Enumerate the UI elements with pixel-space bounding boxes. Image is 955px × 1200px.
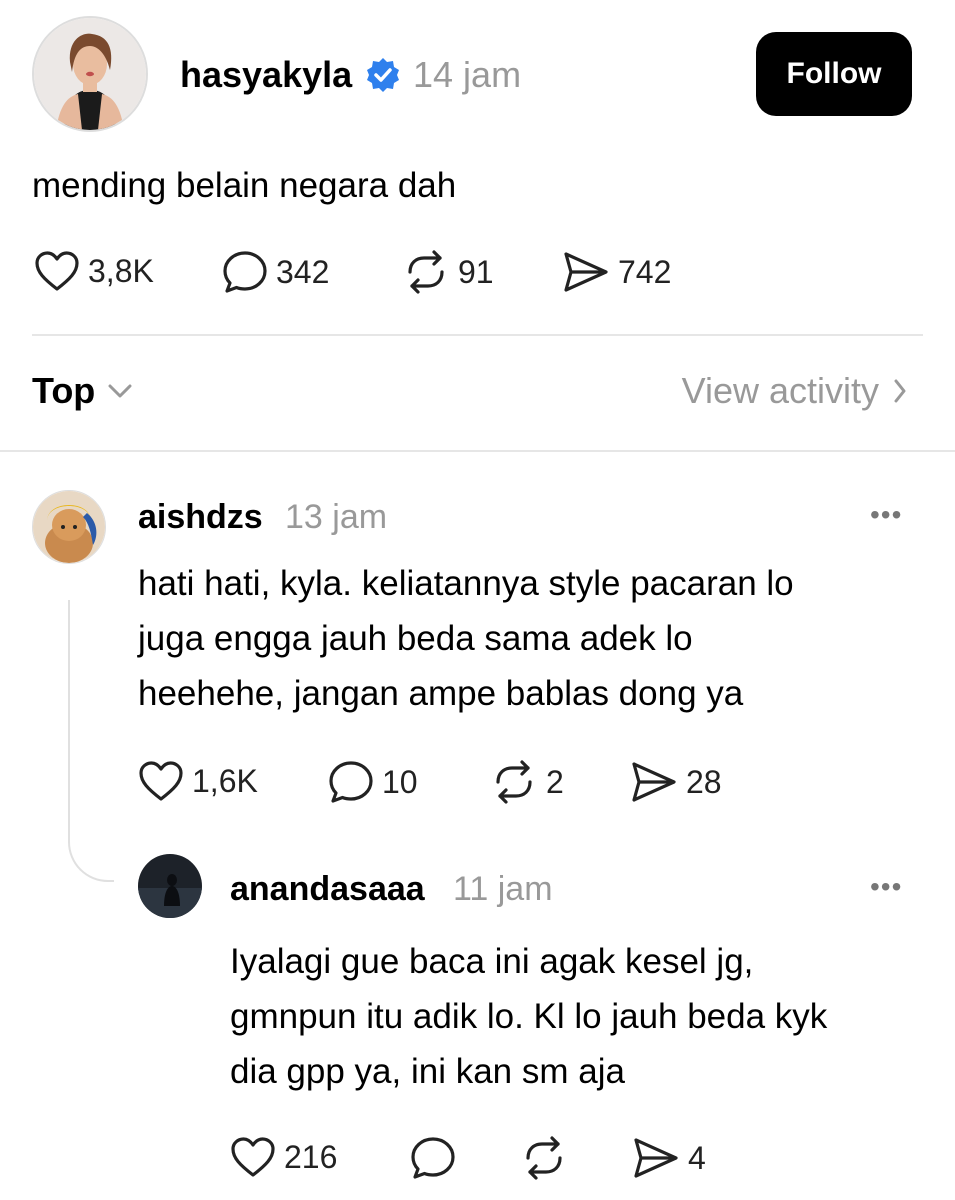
comment-share-count: 28 [686,763,722,800]
comment-avatar[interactable] [32,490,106,564]
share-icon [564,252,608,292]
post-like-button[interactable]: 3,8K [34,250,154,292]
chevron-right-icon [894,379,906,403]
comment-icon [223,251,267,293]
post-like-count: 3,8K [88,252,154,289]
reply-timestamp: 11 jam [453,870,553,908]
reply-share-count: 4 [688,1139,706,1176]
reply-text-line: dia gpp ya, ini kan sm aja [230,1052,625,1091]
comment-reply-count: 10 [382,763,418,800]
chevron-down-icon [108,384,132,398]
repost-icon [526,1136,562,1180]
heart-icon [139,761,183,801]
follow-button-label: Follow [786,57,882,90]
comment-icon [329,761,373,803]
reply-repost-button[interactable] [520,1136,568,1180]
comment-icon [411,1137,455,1179]
post-reply-count: 342 [276,253,330,290]
heart-icon [231,1137,275,1177]
more-options-icon[interactable]: ••• [870,866,902,908]
reply-username[interactable]: anandasaaa [230,868,425,910]
comment-like-count: 1,6K [192,762,258,799]
post-username[interactable]: hasyakyla [180,53,352,97]
post-repost-button[interactable]: 91 [402,250,494,294]
reply-avatar[interactable] [138,854,202,918]
post-timestamp: 14 jam [413,54,522,95]
comment-reply-button[interactable]: 10 [328,760,418,804]
sort-label: Top [32,370,96,411]
comment-timestamp: 13 jam [285,498,388,536]
reply-text-line: Iyalagi gue baca ini agak kesel jg, [230,942,754,981]
comment-text-line: juga engga jauh beda sama adek lo [138,619,693,658]
reply-reply-button[interactable] [410,1136,456,1180]
heart-icon [35,251,79,291]
comment-text-line: hati hati, kyla. keliatannya style pacar… [138,564,794,603]
share-icon [634,1138,678,1178]
reply-text-line: gmnpun itu adik lo. Kl lo jauh beda kyk [230,997,828,1036]
view-activity-label: View activity [681,370,879,411]
section-divider [0,450,955,452]
post-divider [32,334,923,336]
comment-text-line: heehehe, jangan ampe bablas dong ya [138,674,744,713]
verified-badge-icon [365,57,401,93]
comment-username[interactable]: aishdzs [138,496,263,538]
post-text: mending belain negara dah [32,166,457,205]
follow-button[interactable]: Follow [756,32,912,116]
post-repost-count: 91 [458,253,494,290]
repost-icon [408,250,444,294]
comment-repost-count: 2 [546,763,564,800]
share-icon [632,762,676,802]
post-reply-button[interactable]: 342 [222,250,329,294]
more-options-icon[interactable]: ••• [870,494,902,536]
comment-text: hati hati, kyla. keliatannya style pacar… [138,556,794,721]
repost-icon [496,760,532,804]
reply-like-button[interactable]: 216 [230,1136,337,1178]
reply-text: Iyalagi gue baca ini agak kesel jg, gmnp… [230,934,827,1099]
post-share-button[interactable]: 742 [562,250,671,294]
post-share-count: 742 [618,253,672,290]
sort-dropdown[interactable]: Top [32,370,133,412]
reply-like-count: 216 [284,1138,338,1175]
view-activity-link[interactable]: View activity [682,370,907,412]
comment-share-button[interactable]: 28 [630,760,722,804]
comment-like-button[interactable]: 1,6K [138,760,258,802]
reply-share-button[interactable]: 4 [632,1136,706,1180]
comment-repost-button[interactable]: 2 [490,760,564,804]
post-author-avatar[interactable] [32,16,148,132]
thread-connector-line [68,600,114,882]
